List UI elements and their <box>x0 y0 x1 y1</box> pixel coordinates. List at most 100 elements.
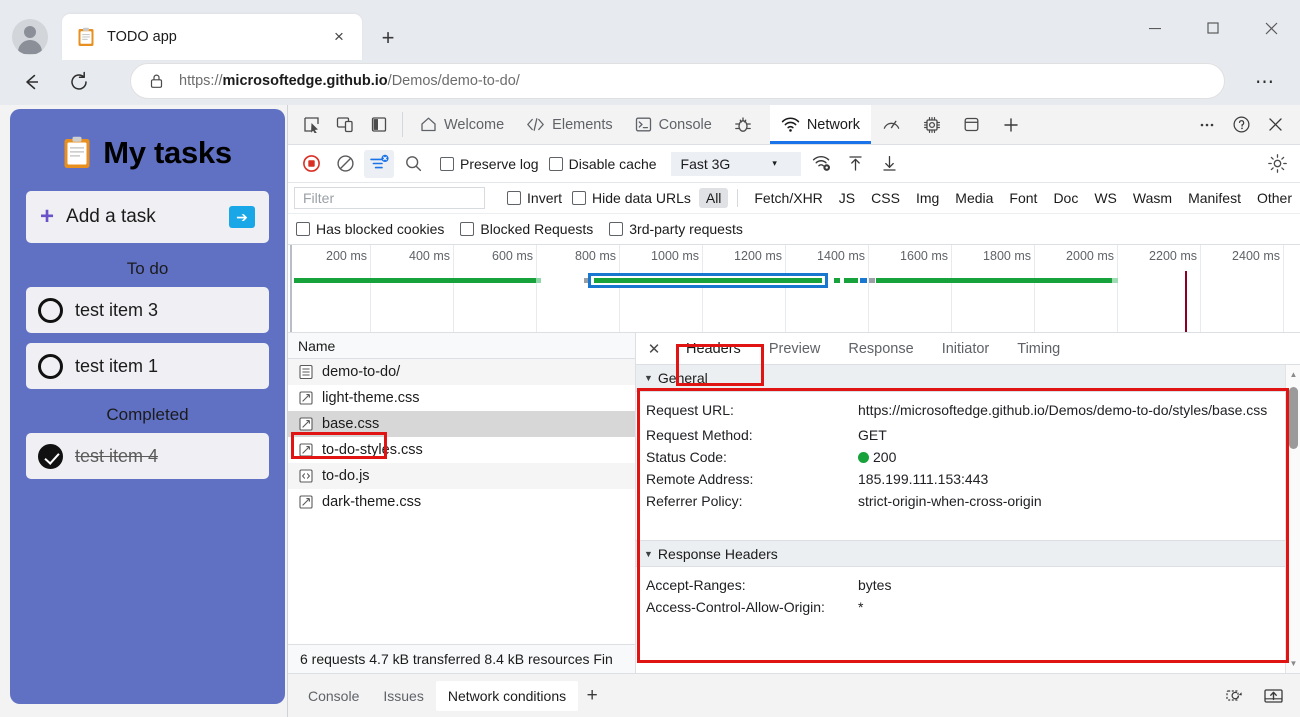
task-checkbox-circle[interactable] <box>38 353 63 379</box>
checkbox-box[interactable] <box>507 191 522 205</box>
checkbox-box[interactable] <box>296 222 310 236</box>
search-icon[interactable] <box>398 150 428 178</box>
resource-type-js[interactable]: JS <box>832 188 862 208</box>
table-row[interactable]: dark-theme.css <box>288 489 635 515</box>
window-minimize-button[interactable] <box>1126 0 1184 56</box>
clear-icon[interactable] <box>330 150 360 178</box>
resource-type-media[interactable]: Media <box>948 188 1000 208</box>
tab-sources-debugger[interactable] <box>723 105 770 144</box>
task-item[interactable]: test item 1 <box>26 343 269 389</box>
resource-type-manifest[interactable]: Manifest <box>1181 188 1248 208</box>
window-close-button[interactable] <box>1242 0 1300 56</box>
checkbox-box[interactable] <box>572 191 587 205</box>
third-party-requests-checkbox[interactable]: 3rd-party requests <box>609 221 743 237</box>
resource-type-wasm[interactable]: Wasm <box>1126 188 1179 208</box>
section-label-completed: Completed <box>106 405 189 424</box>
requests-column-header[interactable]: Name <box>288 333 635 359</box>
reload-button-icon[interactable] <box>62 65 96 99</box>
table-row[interactable]: demo-to-do/ <box>288 359 635 385</box>
tab-console[interactable]: Console <box>624 105 723 144</box>
resource-type-other[interactable]: Other <box>1250 188 1299 208</box>
section-header-general[interactable]: ▼ General <box>636 365 1285 392</box>
tab-performance[interactable] <box>871 105 912 144</box>
close-detail-icon[interactable]: ✕ <box>636 333 672 365</box>
device-emulation-icon[interactable] <box>330 110 360 140</box>
has-blocked-cookies-checkbox[interactable]: Has blocked cookies <box>296 221 444 237</box>
invert-checkbox[interactable]: Invert <box>507 190 562 206</box>
checkbox-box[interactable] <box>460 222 475 236</box>
table-row[interactable]: to-do-styles.css <box>288 437 635 463</box>
back-button-icon[interactable] <box>14 65 48 99</box>
add-task-input[interactable]: + Add a task ➔ <box>26 191 269 243</box>
scroll-down-arrow-icon[interactable]: ▼ <box>1286 656 1300 671</box>
export-har-download-arrow-icon[interactable] <box>875 150 905 178</box>
profile-avatar[interactable] <box>12 19 48 55</box>
new-tab-button[interactable]: + <box>372 22 404 54</box>
throttling-dropdown[interactable]: Fast 3G ▾ <box>670 151 801 176</box>
preserve-log-checkbox[interactable]: Preserve log <box>440 156 539 172</box>
blocked-requests-checkbox[interactable]: Blocked Requests <box>460 221 593 237</box>
section-header-response-headers[interactable]: ▼ Response Headers <box>636 540 1285 567</box>
resource-type-ws[interactable]: WS <box>1087 188 1124 208</box>
window-maximize-button[interactable] <box>1184 0 1242 56</box>
record-stop-icon[interactable] <box>296 150 326 178</box>
inspect-element-icon[interactable] <box>296 110 326 140</box>
tab-timing[interactable]: Timing <box>1003 333 1074 365</box>
table-row[interactable]: light-theme.css <box>288 385 635 411</box>
help-question-icon[interactable] <box>1226 110 1256 140</box>
tab-close-icon[interactable]: × <box>324 22 354 52</box>
browser-tab-todo-app[interactable]: TODO app × <box>62 14 362 60</box>
filter-icon[interactable] <box>364 149 394 178</box>
restore-drawer-icon[interactable] <box>1220 681 1250 711</box>
task-item[interactable]: test item 4 <box>26 433 269 479</box>
hide-data-urls-checkbox[interactable]: Hide data URLs <box>572 190 691 206</box>
tab-welcome[interactable]: Welcome <box>409 105 515 144</box>
drawer-add-tab-plus-icon[interactable]: + <box>578 682 606 710</box>
scrollbar-thumb[interactable] <box>1289 387 1298 449</box>
tab-response[interactable]: Response <box>834 333 927 365</box>
drawer-tab-console[interactable]: Console <box>296 681 371 711</box>
tab-elements[interactable]: Elements <box>515 105 623 144</box>
scroll-up-arrow-icon[interactable]: ▲ <box>1286 367 1300 382</box>
resource-type-font[interactable]: Font <box>1002 188 1044 208</box>
network-overview-timeline[interactable]: 200 ms 400 ms 600 ms 800 ms 1000 ms 1200… <box>288 245 1300 333</box>
drawer-tab-network-conditions[interactable]: Network conditions <box>435 680 579 711</box>
header-row: Access-Control-Allow-Origin: * <box>636 596 1285 618</box>
table-row[interactable]: base.css <box>288 411 635 437</box>
detail-scrollbar[interactable]: ▲ ▼ <box>1285 365 1300 673</box>
todo-app-header: My tasks <box>10 135 285 171</box>
tab-preview[interactable]: Preview <box>755 333 835 365</box>
dock-drawer-icon[interactable] <box>1258 681 1288 711</box>
resource-type-fetch-xhr[interactable]: Fetch/XHR <box>747 188 829 208</box>
checkbox-box[interactable] <box>548 156 563 171</box>
add-panel-button[interactable] <box>991 105 1031 144</box>
table-row[interactable]: to-do.js <box>288 463 635 489</box>
checkbox-box[interactable] <box>609 222 624 236</box>
resource-type-doc[interactable]: Doc <box>1046 188 1085 208</box>
resource-type-img[interactable]: Img <box>909 188 946 208</box>
import-har-upload-arrow-icon[interactable] <box>841 150 871 178</box>
more-options-icon[interactable] <box>1192 110 1222 140</box>
dock-side-icon[interactable] <box>364 110 394 140</box>
tab-network[interactable]: Network <box>769 105 872 144</box>
tab-initiator[interactable]: Initiator <box>928 333 1004 365</box>
task-item[interactable]: test item 3 <box>26 287 269 333</box>
tab-application[interactable] <box>952 105 991 144</box>
tab-headers[interactable]: Headers <box>672 333 755 365</box>
task-checkbox-circle[interactable] <box>38 297 63 323</box>
tab-memory[interactable] <box>912 105 952 144</box>
resource-type-css[interactable]: CSS <box>864 188 907 208</box>
task-checkbox-circle-checked[interactable] <box>38 443 63 469</box>
resource-type-all[interactable]: All <box>698 188 729 208</box>
gear-icon[interactable] <box>1262 150 1292 178</box>
filter-input[interactable]: Filter <box>294 187 486 209</box>
close-devtools-icon[interactable] <box>1260 110 1290 140</box>
browser-more-options-icon[interactable]: ⋯ <box>1248 69 1282 95</box>
add-task-submit-arrow-icon[interactable]: ➔ <box>229 206 255 228</box>
address-bar[interactable]: https://microsoftedge.github.io/Demos/de… <box>130 63 1225 99</box>
network-settings-icon[interactable] <box>807 150 837 178</box>
checkbox-box[interactable] <box>440 156 454 171</box>
disable-cache-checkbox[interactable]: Disable cache <box>548 156 657 172</box>
section-label-todo: To do <box>126 259 169 278</box>
drawer-tab-issues[interactable]: Issues <box>371 681 435 711</box>
